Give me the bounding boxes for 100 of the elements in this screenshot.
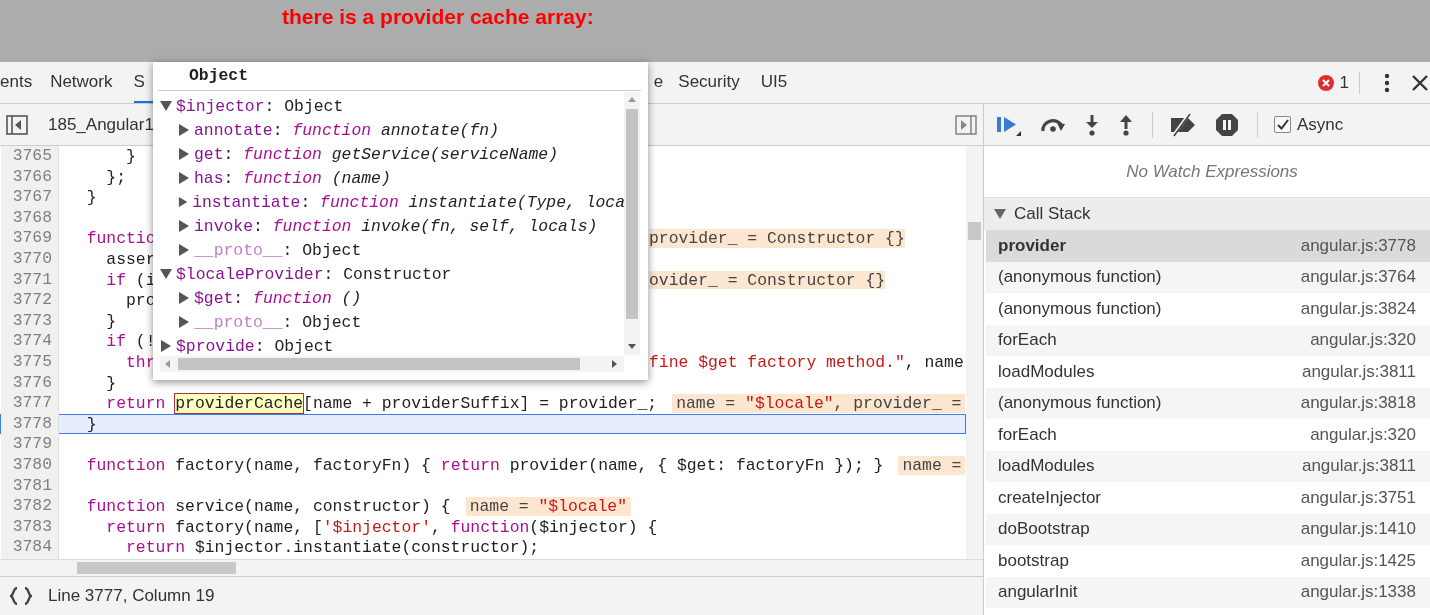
code-line: asser: [105, 249, 156, 269]
pause-on-exceptions-icon[interactable]: [1215, 112, 1239, 137]
object-property[interactable]: instantiate: function instantiate(Type, loca: [192, 192, 625, 212]
object-property[interactable]: $get: function (): [194, 288, 362, 308]
step-into-icon[interactable]: [1084, 113, 1100, 136]
function-name: angularInit: [998, 582, 1078, 603]
disclosure-triangle-icon[interactable]: [178, 244, 190, 256]
disclosure-triangle-icon[interactable]: [178, 292, 190, 304]
panel-tab[interactable]: ents: [0, 62, 45, 103]
deactivate-breakpoints-icon[interactable]: [1169, 112, 1197, 137]
scroll-right-arrow-icon[interactable]: [612, 360, 618, 368]
code-line: if (!: [105, 332, 156, 351]
disclosure-triangle-icon[interactable]: [178, 148, 190, 160]
code-line: return providerCache[name + providerSuffix] = provider_;: [105, 394, 658, 413]
line-number: 3782: [1, 496, 59, 518]
call-frame[interactable]: loadModules angular.js:3811: [986, 450, 1430, 482]
scrollbar[interactable]: [966, 146, 983, 559]
object-property[interactable]: invoke: function invoke(fn, self, locals): [194, 216, 598, 236]
function-name: doBootstrap: [998, 519, 1090, 540]
disclosure-triangle-icon[interactable]: [160, 340, 172, 352]
scrollbar[interactable]: [0, 559, 983, 576]
close-icon[interactable]: [1412, 74, 1428, 91]
disclosure-triangle-icon[interactable]: [178, 316, 190, 328]
source-location: angular.js:3824: [1300, 298, 1416, 319]
source-location: angular.js:3764: [1300, 267, 1416, 288]
line-number: 3778: [1, 413, 59, 436]
inline-value: name = "$locale": [465, 497, 631, 516]
line-number: 3780: [1, 454, 59, 477]
panel-tab[interactable]: Security: [678, 62, 752, 103]
panel-tab[interactable]: UI5: [760, 62, 800, 103]
line-number: 3771: [1, 269, 59, 292]
object-property[interactable]: __proto__: Object: [194, 240, 362, 260]
object-property[interactable]: $provide: Object: [176, 336, 334, 356]
source-location: angular.js:3818: [1300, 393, 1416, 414]
async-checkbox[interactable]: [1274, 116, 1291, 133]
source-location: angular.js:1338: [1300, 582, 1416, 603]
object-property[interactable]: $injector: Object: [176, 96, 344, 116]
code-line: if (i: [105, 270, 156, 290]
source-location: angular.js:1425: [1300, 550, 1416, 571]
object-property[interactable]: get: function getService(serviceName): [194, 144, 558, 164]
inline-value: name =: [898, 455, 966, 475]
call-frame[interactable]: provider angular.js:3778: [986, 230, 1430, 262]
call-frame[interactable]: forEach angular.js:320: [986, 324, 1430, 356]
object-property[interactable]: $localeProvider: Constructor: [176, 264, 452, 284]
scroll-left-arrow-icon[interactable]: [164, 360, 170, 368]
line-number: 3774: [1, 331, 59, 353]
function-name: createInjector: [998, 487, 1101, 508]
function-name: loadModules: [998, 456, 1095, 477]
disclosure-triangle-icon[interactable]: [160, 100, 172, 112]
panel-tab[interactable]: e: [653, 62, 676, 103]
function-name: (anonymous function): [998, 393, 1162, 414]
line-number: 3784: [1, 537, 59, 559]
disclosure-triangle-icon[interactable]: [178, 172, 190, 184]
more-menu-icon[interactable]: [1384, 72, 1390, 93]
step-out-icon[interactable]: [1118, 113, 1134, 136]
source-location: angular.js:3778: [1300, 235, 1416, 256]
scroll-up-arrow-icon[interactable]: [628, 96, 636, 102]
scroll-down-arrow-icon[interactable]: [628, 344, 636, 350]
line-number: 3766: [1, 166, 59, 189]
function-name: forEach: [998, 424, 1057, 445]
inline-value: provider_ = Constructor {}: [649, 229, 905, 248]
code-line: function service(name, constructor) {: [85, 497, 451, 516]
code-line: };: [105, 167, 127, 187]
call-frame[interactable]: angularInit angular.js:1338: [986, 576, 1430, 608]
panel-tab[interactable]: Network: [50, 62, 125, 103]
disclosure-triangle-icon[interactable]: [178, 124, 190, 136]
inline-value: ovider_ = Constructor {}: [649, 270, 886, 290]
code-line: }: [85, 188, 97, 207]
code-line: return factory(name, ['$injector', function($injector) {: [105, 517, 658, 537]
section-header[interactable]: Call Stack: [1014, 204, 1091, 224]
line-number: 3772: [1, 290, 59, 312]
object-property[interactable]: has: function (name): [194, 168, 391, 188]
disclosure-triangle-icon[interactable]: [160, 268, 172, 280]
source-location: angular.js:320: [1310, 424, 1416, 445]
call-frame[interactable]: (anonymous function) angular.js:3764: [986, 261, 1430, 293]
step-over-icon[interactable]: [1040, 116, 1066, 133]
source-location: angular.js:3811: [1301, 361, 1416, 382]
checkbox-label[interactable]: Async: [1297, 114, 1344, 135]
scrollbar[interactable]: [624, 92, 640, 355]
function-name: provider: [998, 235, 1067, 256]
function-name: forEach: [998, 330, 1057, 351]
error-count[interactable]: 1: [1339, 71, 1360, 94]
call-frame[interactable]: (anonymous function) angular.js:3818: [986, 387, 1430, 419]
navigator-toggle-icon[interactable]: [6, 114, 28, 135]
code-line: function factory(name, factoryFn) { return provider(name, { $get: factoryFn }); }: [85, 455, 884, 475]
disclosure-triangle-icon[interactable]: [178, 196, 189, 208]
source-location: angular.js:3811: [1301, 456, 1416, 477]
object-property[interactable]: annotate: function annotate(fn): [194, 120, 499, 140]
debugger-toggle-icon[interactable]: [955, 114, 977, 135]
line-number: 3779: [1, 434, 59, 456]
line-number: 3776: [1, 372, 59, 395]
code-line: }: [105, 311, 117, 331]
call-frame[interactable]: doBootstrap angular.js:1410: [986, 513, 1430, 545]
object-property[interactable]: __proto__: Object: [194, 312, 362, 332]
disclosure-triangle-icon[interactable]: [994, 209, 1006, 219]
pretty-print-icon[interactable]: [10, 587, 32, 605]
disclosure-triangle-icon[interactable]: [178, 220, 190, 232]
line-number: 3775: [1, 351, 59, 374]
scrollbar[interactable]: [160, 356, 624, 372]
error-icon[interactable]: [1317, 74, 1334, 91]
